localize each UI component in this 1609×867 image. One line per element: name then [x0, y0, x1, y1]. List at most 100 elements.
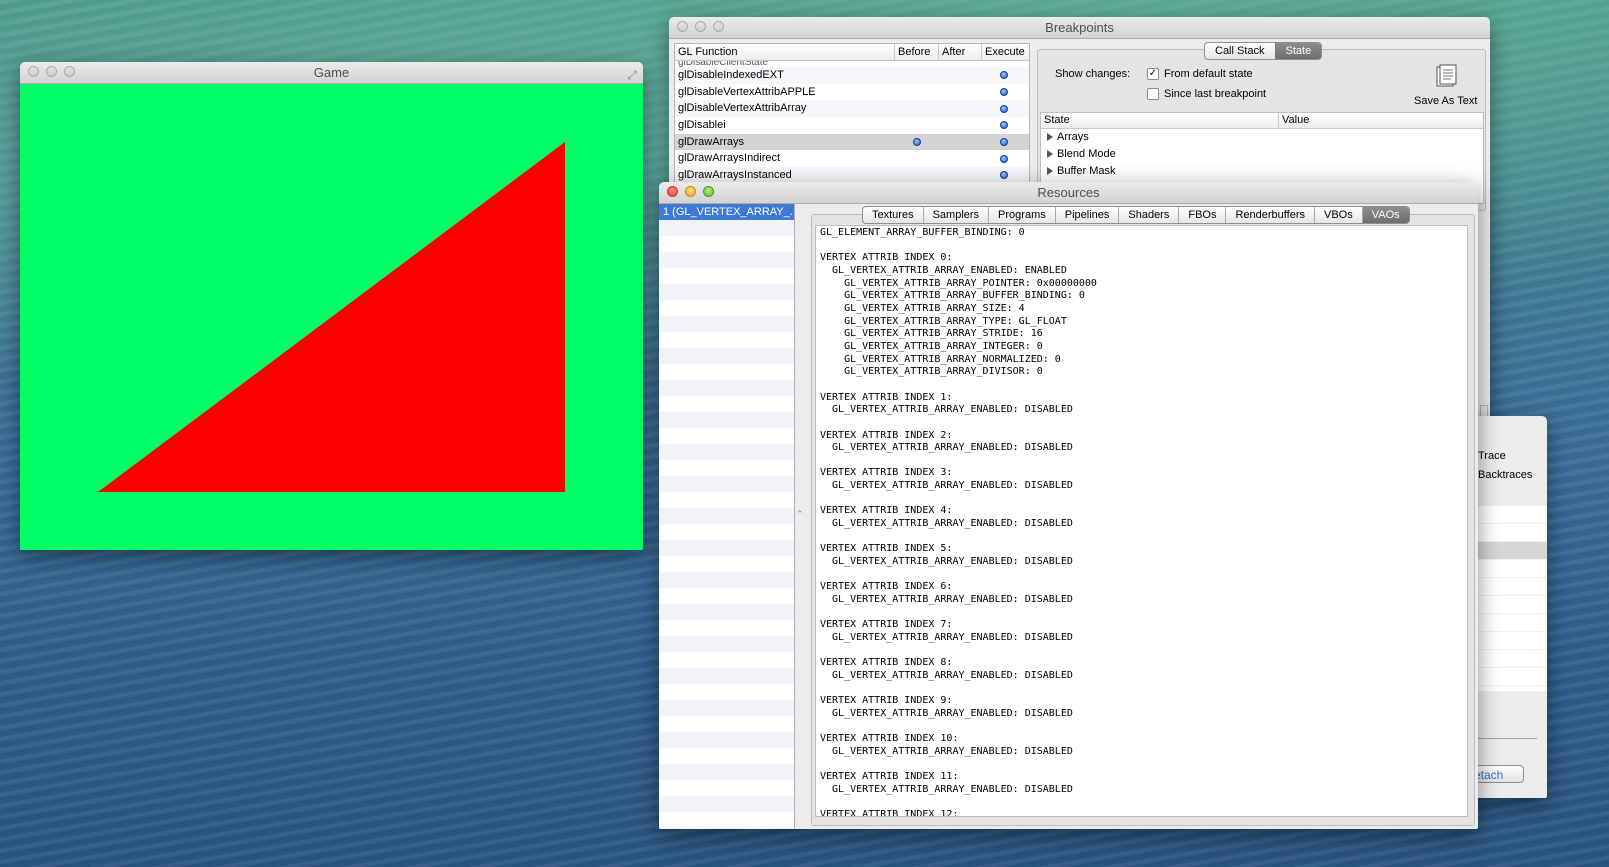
- since-last-breakpoint-label: Since last breakpoint: [1164, 88, 1267, 100]
- table-row[interactable]: glDrawArrays: [675, 133, 1029, 151]
- after-cell[interactable]: [939, 67, 982, 84]
- before-cell[interactable]: [895, 134, 939, 151]
- minimize-button[interactable]: [46, 66, 57, 77]
- zoom-button[interactable]: [64, 66, 75, 77]
- execute-cell[interactable]: [982, 100, 1026, 117]
- before-cell[interactable]: [895, 84, 939, 101]
- breakpoint-dot-icon: [1000, 138, 1008, 147]
- resources-titlebar[interactable]: Resources: [659, 182, 1478, 204]
- after-cell[interactable]: [939, 150, 982, 167]
- window-controls: [677, 21, 724, 32]
- empty-checkbox-icon: [1147, 88, 1159, 100]
- detach-button[interactable]: etach: [1470, 765, 1524, 783]
- breakpoint-dot-icon: [1000, 104, 1008, 113]
- state-row-label: Buffer Mask: [1057, 165, 1116, 177]
- state-segment[interactable]: State: [1274, 43, 1322, 59]
- table-row[interactable]: glDrawArraysIndirect: [675, 150, 1029, 167]
- since-last-breakpoint-checkbox[interactable]: Since last breakpoint: [1147, 88, 1266, 100]
- vao-state-text[interactable]: GL_ELEMENT_ARRAY_BUFFER_BINDING: 0 VERTE…: [815, 225, 1468, 817]
- resources-window: Resources 1 (GL_VERTEX_ARRAY_... ⌃ Textu…: [659, 182, 1478, 829]
- close-button[interactable]: [28, 66, 39, 77]
- tab-pipelines[interactable]: Pipelines: [1054, 207, 1119, 223]
- callstack-state-segmented-control: Call Stack State: [1204, 42, 1323, 60]
- checkmark-icon: ✓: [1147, 68, 1159, 80]
- state-row-buffer-mask[interactable]: Buffer Mask: [1041, 163, 1483, 180]
- show-changes-label: Show changes:: [1055, 68, 1131, 80]
- gl-function-table[interactable]: GL Function Before After Execute glDisab…: [674, 43, 1030, 203]
- state-row-arrays[interactable]: Arrays: [1041, 129, 1483, 146]
- disclosure-triangle-icon[interactable]: [1047, 133, 1053, 142]
- tab-renderbuffers[interactable]: Renderbuffers: [1225, 207, 1314, 223]
- after-cell[interactable]: [939, 134, 982, 151]
- tab-programs[interactable]: Programs: [988, 207, 1055, 223]
- breakpoint-dot-icon: [1000, 88, 1008, 97]
- tab-vaos[interactable]: VAOs: [1361, 207, 1409, 223]
- column-header-after[interactable]: After: [939, 44, 982, 60]
- gl-function-name: glDisablei: [678, 119, 726, 132]
- state-row-label: Arrays: [1057, 131, 1089, 143]
- before-cell[interactable]: [895, 100, 939, 117]
- before-cell[interactable]: [895, 67, 939, 84]
- backtraces-label[interactable]: Backtraces: [1478, 469, 1532, 481]
- breakpoints-titlebar[interactable]: Breakpoints: [669, 17, 1490, 39]
- save-as-text-button[interactable]: Save As Text: [1414, 95, 1477, 107]
- minimize-button[interactable]: [685, 186, 696, 197]
- tab-textures[interactable]: Textures: [863, 207, 923, 223]
- gl-function-name: glDrawArraysIndirect: [678, 152, 781, 165]
- execute-cell[interactable]: [982, 150, 1026, 167]
- disclosure-triangle-icon[interactable]: [1047, 167, 1053, 176]
- fullscreen-resize-icon[interactable]: ⤢: [627, 65, 637, 86]
- table-row[interactable]: glDisablei: [675, 117, 1029, 134]
- column-header-state[interactable]: State: [1041, 113, 1279, 128]
- gl-function-name: glDisableIndexedEXT: [678, 69, 784, 81]
- gl-function-rows: glDisableIndexedEXT glDisableVertexAttrib…: [675, 67, 1029, 184]
- column-header-gl-function[interactable]: GL Function: [675, 44, 895, 60]
- list-item[interactable]: 1 (GL_VERTEX_ARRAY_...: [659, 204, 794, 220]
- zoom-button[interactable]: [703, 186, 714, 197]
- disclosure-triangle-icon[interactable]: [1047, 150, 1053, 159]
- divider: [1475, 738, 1537, 739]
- close-button[interactable]: [667, 186, 678, 197]
- table-row[interactable]: glDisableVertexAttribArray: [675, 100, 1029, 118]
- resource-type-tabs: Textures Samplers Programs Pipelines Shaders…: [862, 206, 1410, 224]
- table-row[interactable]: glDisableIndexedEXT: [675, 67, 1029, 84]
- game-render-canvas[interactable]: [20, 84, 643, 550]
- gl-function-name: glDisableVertexAttribArray: [678, 102, 807, 115]
- minimize-button[interactable]: [695, 21, 706, 32]
- close-button[interactable]: [677, 21, 688, 32]
- state-row-blend-mode[interactable]: Blend Mode: [1041, 146, 1483, 163]
- window-controls: [667, 186, 714, 197]
- execute-cell[interactable]: [982, 134, 1026, 151]
- execute-cell[interactable]: [982, 84, 1026, 101]
- breakpoint-dot-icon: [1000, 71, 1008, 80]
- tab-fbos[interactable]: FBOs: [1178, 207, 1225, 223]
- resource-object-list[interactable]: 1 (GL_VERTEX_ARRAY_...: [659, 204, 795, 829]
- document-save-icon[interactable]: [1436, 64, 1458, 88]
- column-header-execute[interactable]: Execute: [982, 44, 1029, 60]
- game-titlebar[interactable]: Game ⤢: [20, 62, 643, 84]
- tab-vbos[interactable]: VBOs: [1314, 207, 1362, 223]
- breakpoint-dot-icon: [1000, 121, 1008, 130]
- from-default-state-label: From default state: [1164, 68, 1253, 80]
- execute-cell[interactable]: [982, 117, 1026, 134]
- before-cell[interactable]: [895, 150, 939, 167]
- column-header-before[interactable]: Before: [895, 44, 939, 60]
- execute-cell[interactable]: [982, 67, 1026, 84]
- splitter-grip-icon[interactable]: ⌃: [796, 509, 804, 520]
- before-cell[interactable]: [895, 117, 939, 134]
- after-cell[interactable]: [939, 84, 982, 101]
- call-stack-segment[interactable]: Call Stack: [1205, 43, 1275, 59]
- from-default-state-checkbox[interactable]: ✓ From default state: [1147, 68, 1253, 80]
- trace-label[interactable]: Trace: [1478, 450, 1506, 462]
- resources-window-title: Resources: [1037, 185, 1100, 200]
- after-cell[interactable]: [939, 117, 982, 134]
- zoom-button[interactable]: [713, 21, 724, 32]
- tab-shaders[interactable]: Shaders: [1118, 207, 1178, 223]
- breakpoint-dot-icon: [1000, 154, 1008, 163]
- red-triangle: [98, 142, 565, 492]
- table-row[interactable]: glDisableVertexAttribAPPLE: [675, 84, 1029, 101]
- tab-samplers[interactable]: Samplers: [922, 207, 988, 223]
- breakpoint-dot-icon: [913, 138, 921, 147]
- column-header-value[interactable]: Value: [1279, 113, 1479, 128]
- after-cell[interactable]: [939, 100, 982, 117]
